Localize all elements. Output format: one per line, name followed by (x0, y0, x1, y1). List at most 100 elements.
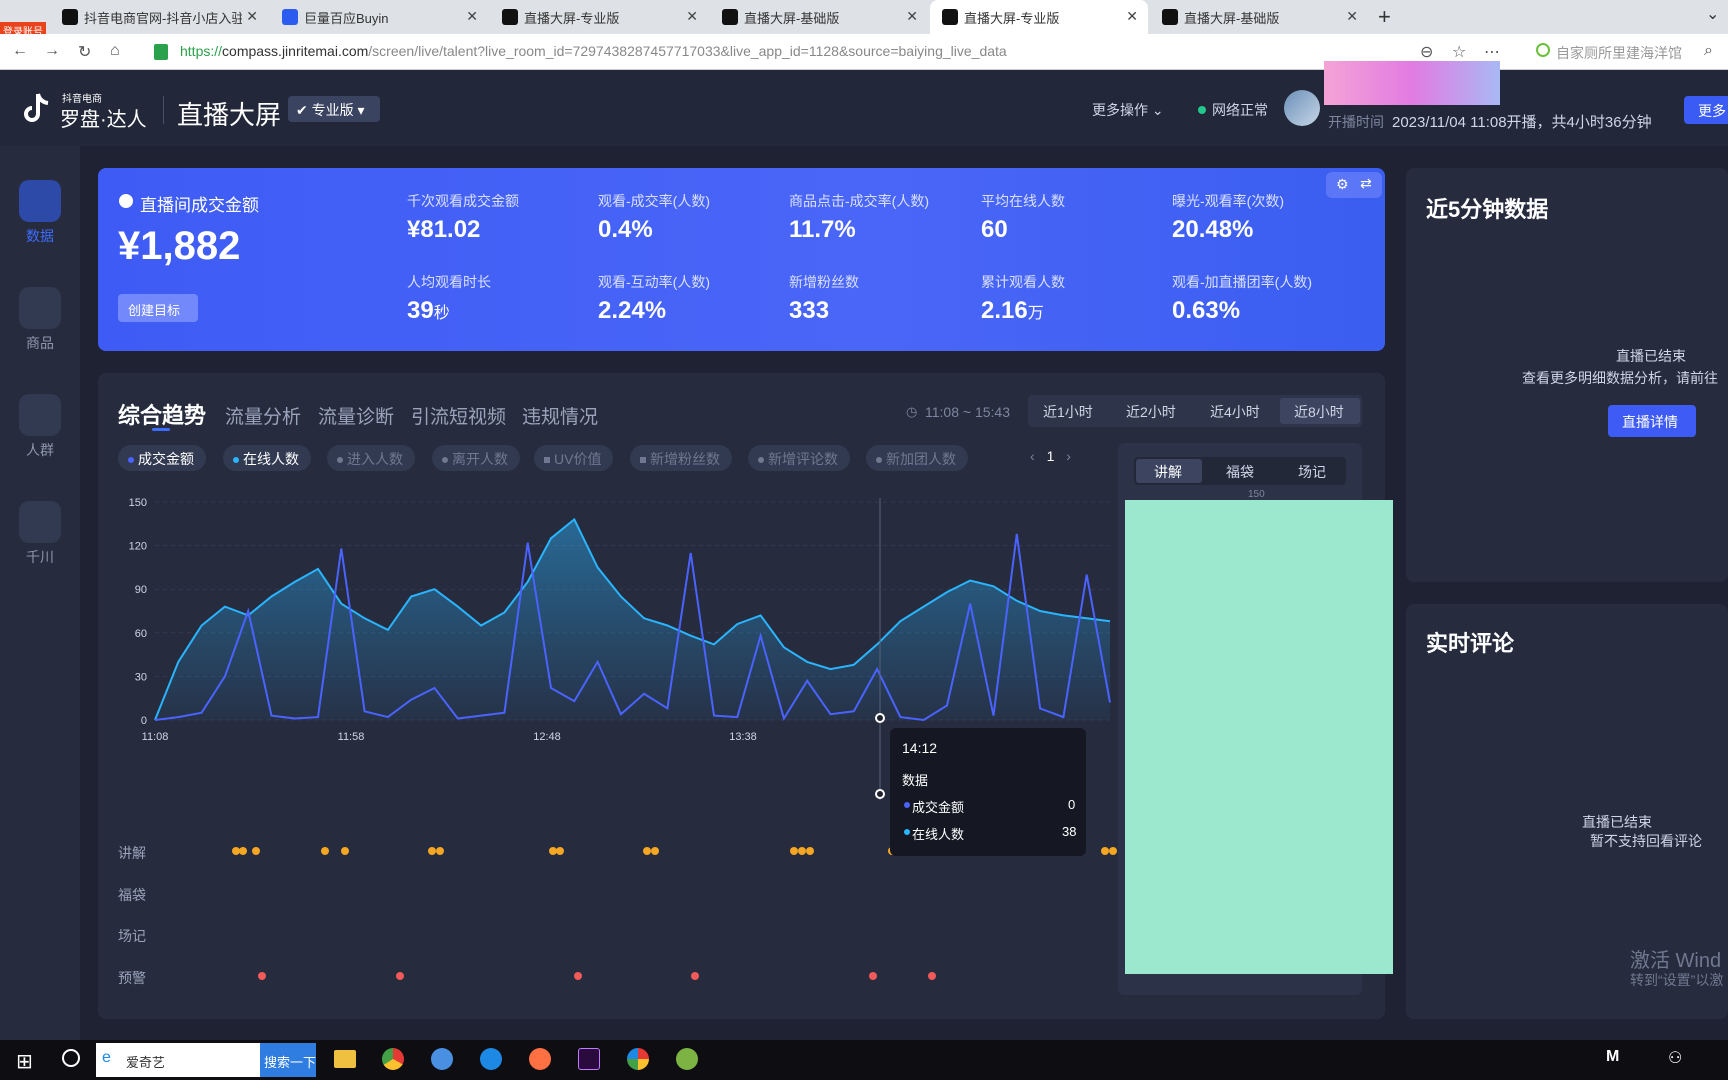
tab-traffic-diagnosis[interactable]: 流量诊断 (318, 402, 394, 429)
star-icon[interactable]: ☆ (1452, 42, 1466, 62)
nav-item-audience[interactable]: 人群 (0, 394, 80, 460)
chrome-icon[interactable] (382, 1048, 404, 1070)
chip-gmv[interactable]: 成交金额 (118, 445, 206, 471)
close-icon[interactable]: ✕ (686, 8, 698, 25)
close-icon[interactable]: ✕ (906, 8, 918, 25)
folder-icon[interactable] (334, 1050, 356, 1068)
tab-2[interactable]: 巨量百应Buyin ✕ (270, 0, 488, 34)
chevron-down-icon[interactable]: ⌄ (1706, 4, 1719, 24)
tab-violations[interactable]: 违规情况 (522, 402, 598, 429)
swap-icon[interactable]: ⇄ (1360, 175, 1372, 192)
more-button[interactable]: 更多 (1684, 96, 1728, 124)
metric-value: ¥81.02 (407, 216, 481, 243)
metric-value: 11.7% (789, 216, 856, 243)
metric-value: 0.63% (1172, 297, 1241, 324)
tiktok-icon (942, 9, 958, 25)
comments-panel: 实时评论 直播已结束 暂不支持回看评论 激活 Wind 转到“设置”以激 (1406, 604, 1728, 1019)
close-icon[interactable]: ✕ (1346, 8, 1358, 25)
metric-label: 累计观看人数 (981, 274, 1065, 290)
browser-icon[interactable] (480, 1048, 502, 1070)
metric-label: 观看-成交率(人数) (598, 193, 710, 209)
people-icon[interactable]: ⚇ (1668, 1048, 1682, 1068)
tab-1[interactable]: 抖音电商官网-抖音小店入驻-分 ✕ (50, 0, 268, 34)
range-8h[interactable]: 近8小时 (1280, 398, 1360, 424)
chip-comments[interactable]: 新增评论数 (748, 445, 850, 471)
tab-3[interactable]: 直播大屏-专业版 ✕ (490, 0, 708, 34)
avatar[interactable] (1284, 90, 1320, 126)
range-4h[interactable]: 近4小时 (1210, 402, 1260, 422)
subpanel-tabs: 讲解 福袋 场记 (1134, 457, 1346, 485)
ime-icon[interactable]: M (1606, 1048, 1619, 1066)
more-ops-dropdown[interactable]: 更多操作 ⌄ (1092, 100, 1164, 120)
tooltip-title: 数据 (902, 773, 929, 788)
range-2h[interactable]: 近2小时 (1126, 402, 1176, 422)
taskbar-search-button[interactable]: 搜索一下 (260, 1043, 316, 1077)
chevron-right-icon[interactable]: › (1066, 448, 1071, 464)
metric-value: 2.16万 (981, 297, 1044, 325)
edition-dropdown[interactable]: ✔ 专业版 ▾ (288, 96, 380, 122)
browser360-icon[interactable] (627, 1048, 649, 1070)
tab-overview[interactable]: 综合趋势 (118, 398, 206, 430)
firefox-icon[interactable] (529, 1048, 551, 1070)
tab-6[interactable]: 直播大屏-基础版 ✕ (1150, 0, 1368, 34)
new-tab-icon[interactable]: + (1378, 4, 1391, 30)
subtab-notes[interactable]: 场记 (1298, 462, 1326, 482)
back-icon[interactable]: ← (12, 42, 28, 60)
app-icon[interactable] (431, 1048, 453, 1070)
tab-short-video[interactable]: 引流短视频 (411, 402, 506, 429)
five-min-title: 近5分钟数据 (1426, 197, 1549, 222)
range-1h[interactable]: 近1小时 (1043, 402, 1093, 422)
tab-4[interactable]: 直播大屏-基础版 ✕ (710, 0, 928, 34)
metric-unit: 秒 (433, 305, 450, 322)
clock-icon: ◷ (906, 404, 918, 419)
nav-item-products[interactable]: 商品 (0, 287, 80, 353)
subtab-explain[interactable]: 讲解 (1136, 459, 1202, 483)
nav-item-qianchuan[interactable]: 千川 (0, 501, 80, 567)
chip-uv[interactable]: UV价值 (534, 445, 614, 471)
more-icon[interactable]: ⋯ (1484, 42, 1500, 62)
dot-icon (337, 457, 343, 464)
close-icon[interactable]: ✕ (1126, 8, 1138, 25)
url-field[interactable]: https://compass.jinritemai.com/screen/li… (180, 43, 1007, 59)
nav-item-data[interactable]: 数据 (0, 180, 80, 246)
tab-traffic-analysis[interactable]: 流量分析 (225, 402, 301, 429)
app-header: 抖音电商 罗盘·达人 直播大屏 ✔ 专业版 ▾ 更多操作 ⌄ 网络正常 开播时间… (0, 61, 1728, 146)
tab-5-active[interactable]: 直播大屏-专业版 ✕ (930, 0, 1148, 34)
app-green-icon[interactable] (676, 1048, 698, 1070)
search-suggestion[interactable]: 自家厕所里建海洋馆 (1556, 43, 1682, 63)
divider (163, 96, 164, 124)
y-tick-label: 150 (129, 497, 147, 509)
windows-start-icon[interactable]: ⊞ (16, 1049, 33, 1074)
dot-icon (904, 802, 910, 808)
page-title: 直播大屏 (177, 100, 282, 130)
chip-group[interactable]: 新加团人数 (866, 445, 968, 471)
chip-enter[interactable]: 进入人数 (327, 445, 415, 471)
tab-label: 直播大屏-基础版 (744, 10, 840, 26)
premiere-icon[interactable] (578, 1048, 600, 1070)
cortana-icon[interactable] (62, 1049, 80, 1067)
url-path: /screen/live/talent?live_room_id=7297438… (368, 43, 1007, 59)
close-icon[interactable]: ✕ (466, 8, 478, 25)
network-status: 网络正常 (1212, 102, 1268, 118)
reload-icon[interactable]: ↻ (78, 42, 91, 62)
comments-hint: 暂不支持回看评论 (1590, 833, 1702, 849)
create-target-button[interactable]: 创建目标 (118, 294, 198, 322)
chevron-left-icon[interactable]: ‹ (1030, 448, 1035, 464)
search-icon[interactable]: ⌕ (1704, 42, 1713, 60)
forward-icon[interactable]: → (44, 42, 60, 60)
taskbar-search[interactable]: e 爱奇艺 (96, 1043, 260, 1077)
chip-online[interactable]: 在线人数 (223, 445, 311, 471)
subtab-luckybag[interactable]: 福袋 (1226, 462, 1254, 482)
live-detail-button[interactable]: 直播详情 (1608, 405, 1696, 437)
home-icon[interactable]: ⌂ (110, 42, 120, 60)
zoom-icon[interactable]: ⊖ (1420, 42, 1433, 62)
chip-fans[interactable]: 新增粉丝数 (630, 445, 732, 471)
close-icon[interactable]: ✕ (246, 8, 258, 25)
comments-ended-text: 直播已结束 (1582, 814, 1652, 830)
hover-point (875, 789, 885, 799)
brand-name: 罗盘·达人 (60, 109, 147, 131)
chip-label: 在线人数 (243, 451, 299, 467)
gear-icon[interactable]: ⚙ (1336, 176, 1349, 193)
metric-label: 人均观看时长 (407, 274, 491, 290)
chip-leave[interactable]: 离开人数 (432, 445, 520, 471)
